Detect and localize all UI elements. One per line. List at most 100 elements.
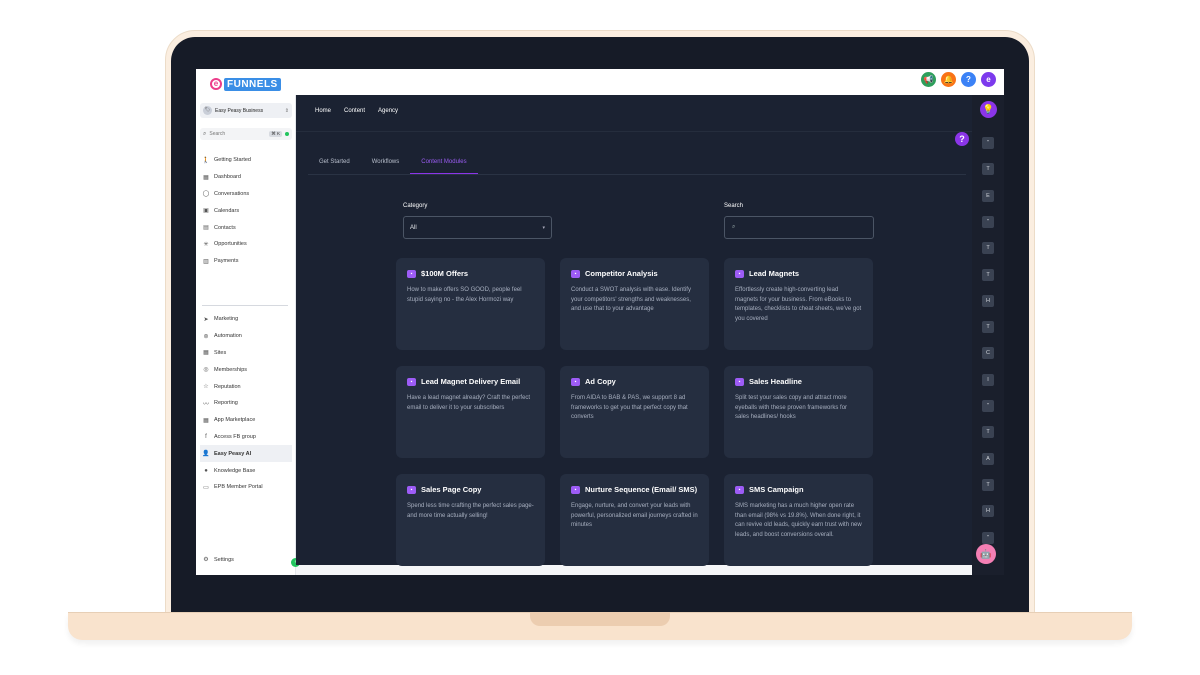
rail-button[interactable]: H bbox=[982, 294, 994, 307]
module-card-description: Have a lead magnet already? Craft the pe… bbox=[407, 395, 531, 411]
profile-icon[interactable]: e bbox=[981, 72, 996, 87]
module-card-header: ▪ Sales Headline bbox=[735, 377, 862, 387]
chat-icon: ◯ bbox=[202, 191, 210, 198]
sidebar-item-app-marketplace[interactable]: ▦ App Marketplace bbox=[200, 412, 292, 429]
help-button[interactable]: ? bbox=[955, 132, 969, 146]
account-avatar: 🏷 bbox=[203, 106, 212, 115]
account-switcher[interactable]: 🏷 Easy Peasy Business ⇕ bbox=[200, 103, 292, 118]
module-card-description: Conduct a SWOT analysis with ease. Ident… bbox=[571, 287, 691, 312]
sidebar-item-reputation[interactable]: ☆ Reputation bbox=[200, 378, 292, 395]
logo-mark: e bbox=[210, 78, 222, 90]
chevron-down-icon: ▾ bbox=[542, 224, 545, 231]
sidebar-item-getting-started[interactable]: 🚶 Getting Started bbox=[200, 152, 292, 169]
module-icon: ▪ bbox=[571, 378, 580, 386]
sidebar-item-opportunities[interactable]: ✳ Opportunities bbox=[200, 236, 292, 253]
sidebar-item-reporting[interactable]: 〰 Reporting bbox=[200, 395, 292, 412]
module-card-description: SMS marketing has a much higher open rat… bbox=[735, 503, 862, 538]
facebook-icon: f bbox=[205, 433, 207, 440]
tab-get-started[interactable]: Get Started bbox=[308, 154, 361, 174]
rail-button[interactable]: T bbox=[982, 242, 994, 255]
sidebar-item-memberships[interactable]: ◎ Memberships bbox=[200, 361, 292, 378]
rail-button[interactable]: " bbox=[982, 137, 994, 149]
robot-assistant-button[interactable]: 🤖 bbox=[976, 544, 996, 564]
rail-button[interactable]: T bbox=[982, 321, 994, 334]
ai-icon: 👤 bbox=[202, 451, 210, 458]
rail-button[interactable]: C bbox=[982, 347, 994, 360]
module-card-header: ▪ Nurture Sequence (Email/ SMS) bbox=[571, 485, 698, 495]
module-card[interactable]: ▪ Nurture Sequence (Email/ SMS) Engage, nu… bbox=[560, 474, 709, 566]
module-icon: ▪ bbox=[407, 486, 416, 494]
sidebar-item-calendars[interactable]: ▣ Calendars bbox=[200, 202, 292, 219]
search-icon: ⌕ bbox=[203, 130, 207, 137]
module-card[interactable]: ▪ Lead Magnets Effortlessly create high-co… bbox=[724, 258, 873, 350]
sidebar-search[interactable]: ⌕ Search ⌘ K bbox=[200, 128, 292, 140]
bell-icon[interactable]: 🔔 bbox=[941, 72, 956, 87]
module-card-description: Spend less time crafting the perfect sal… bbox=[407, 503, 534, 519]
sidebar-item-conversations[interactable]: ◯ Conversations bbox=[200, 186, 292, 203]
category-select[interactable]: All ▾ bbox=[403, 216, 552, 239]
sidebar-item-label: App Marketplace bbox=[214, 417, 256, 424]
module-card[interactable]: ▪ SMS Campaign SMS marketing has a much hi… bbox=[724, 474, 873, 566]
module-card[interactable]: ▪ Sales Headline Split test your sales cop… bbox=[724, 366, 873, 458]
megaphone-icon[interactable]: 📢 bbox=[921, 72, 936, 87]
sidebar-item-automation[interactable]: ⊚ Automation bbox=[200, 328, 292, 345]
rail-button[interactable]: H bbox=[982, 505, 994, 518]
module-card[interactable]: ▪ $100M Offers How to make offers SO GOOD,… bbox=[396, 258, 545, 350]
sidebar-item-label: Memberships bbox=[214, 366, 248, 373]
sidebar-item-marketing[interactable]: ➤ Marketing bbox=[200, 311, 292, 328]
module-card-title: SMS Campaign bbox=[749, 485, 804, 494]
contacts-icon: ▤ bbox=[203, 225, 209, 232]
rail-button[interactable]: " bbox=[982, 531, 994, 544]
module-card[interactable]: ▪ Sales Page Copy Spend less time crafting… bbox=[396, 474, 545, 566]
module-card[interactable]: ▪ Ad Copy From AIDA to BAB & PAS, we suppo… bbox=[560, 366, 709, 458]
rail-button[interactable]: A bbox=[982, 452, 994, 465]
top-nav-agency[interactable]: Agency bbox=[378, 108, 398, 114]
send-icon: ➤ bbox=[203, 316, 209, 323]
rail-button[interactable]: E bbox=[982, 189, 994, 202]
module-icon: ▪ bbox=[407, 270, 416, 278]
sidebar-item-knowledge-base[interactable]: ● Knowledge Base bbox=[200, 462, 292, 479]
lightbulb-icon[interactable]: 💡 bbox=[980, 101, 997, 118]
sidebar-item-label: Reporting bbox=[214, 400, 238, 407]
brand-logo[interactable]: e FUNNELS bbox=[210, 77, 281, 91]
module-card[interactable]: ▪ Lead Magnet Delivery Email Have a lead m… bbox=[396, 366, 545, 458]
tabs-divider bbox=[308, 174, 966, 175]
sites-icon: ▦ bbox=[203, 350, 209, 357]
help-icon[interactable]: ? bbox=[961, 72, 976, 87]
settings-label: Settings bbox=[214, 556, 234, 563]
sidebar-item-label: EPB Member Portal bbox=[214, 484, 263, 491]
sidebar-item-label: Knowledge Base bbox=[214, 467, 256, 474]
module-card-description: Effortlessly create high-converting lead… bbox=[735, 287, 862, 322]
sidebar-item-settings[interactable]: ⚙ Settings bbox=[202, 556, 234, 564]
rail-button[interactable]: T bbox=[982, 163, 994, 176]
rail-button[interactable]: T bbox=[982, 426, 994, 439]
rail-button[interactable]: T bbox=[982, 268, 994, 281]
sidebar-item-access-fb-group[interactable]: f Access FB group bbox=[200, 429, 292, 446]
portal-icon: ▭ bbox=[203, 484, 209, 491]
sidebar-item-label: Payments bbox=[214, 258, 239, 265]
top-nav-home[interactable]: Home bbox=[315, 108, 331, 114]
module-icon: ▪ bbox=[571, 270, 580, 278]
rail-button[interactable]: T bbox=[982, 478, 994, 491]
sidebar-item-epb-member-portal[interactable]: ▭ EPB Member Portal bbox=[200, 479, 292, 496]
gear-icon: ⚙ bbox=[203, 557, 209, 563]
module-card[interactable]: ▪ Competitor Analysis Conduct a SWOT analy… bbox=[560, 258, 709, 350]
top-nav-content[interactable]: Content bbox=[344, 108, 365, 114]
rail-button[interactable]: " bbox=[982, 400, 994, 412]
tab-workflows[interactable]: Workflows bbox=[361, 154, 411, 174]
top-nav: Home Content Agency bbox=[315, 108, 398, 114]
sidebar-item-payments[interactable]: ▥ Payments bbox=[200, 253, 292, 270]
sidebar-item-contacts[interactable]: ▤ Contacts bbox=[200, 219, 292, 236]
sidebar-item-easy-peasy-ai[interactable]: 👤 Easy Peasy AI bbox=[200, 445, 292, 463]
rail-button[interactable]: I bbox=[982, 373, 994, 386]
walk-icon: 🚶 bbox=[202, 157, 210, 164]
sidebar-item-label: Access FB group bbox=[214, 433, 256, 440]
rail-button[interactable]: " bbox=[982, 215, 994, 228]
module-card-title: Competitor Analysis bbox=[585, 269, 658, 278]
tab-content-modules[interactable]: Content Modules bbox=[410, 154, 478, 174]
module-search-input[interactable]: ⌕ bbox=[724, 216, 874, 239]
module-card-description: From AIDA to BAB & PAS, we support 8 ad … bbox=[571, 395, 688, 420]
sidebar-item-dashboard[interactable]: ▦ Dashboard bbox=[200, 169, 292, 186]
sidebar-item-sites[interactable]: ▦ Sites bbox=[200, 345, 292, 362]
module-card-title: Ad Copy bbox=[585, 377, 616, 386]
